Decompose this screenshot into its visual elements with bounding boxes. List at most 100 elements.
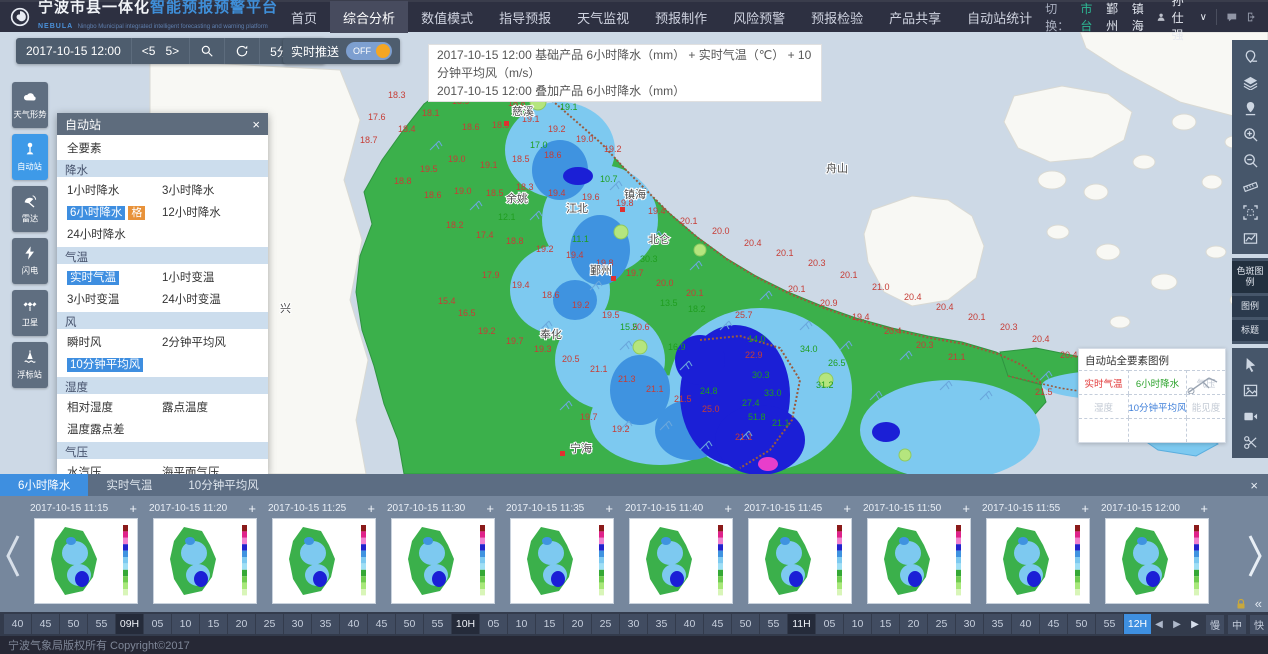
add-overlay-button[interactable]: +	[1081, 501, 1089, 516]
collapse-icon[interactable]: «	[1255, 599, 1262, 609]
panel-item-1-1[interactable]: 1小时变温	[162, 266, 268, 288]
time-cell-45[interactable]: 45	[368, 614, 395, 634]
time-cell-20[interactable]: 20	[564, 614, 591, 634]
time-cell-09H[interactable]: 09H	[116, 614, 143, 634]
time-cell-10[interactable]: 10	[172, 614, 199, 634]
nav-item-7[interactable]: 预报检验	[798, 1, 876, 33]
time-cell-40[interactable]: 40	[340, 614, 367, 634]
time-cell-15[interactable]: 15	[200, 614, 227, 634]
add-overlay-button[interactable]: +	[367, 501, 375, 516]
step-back-button[interactable]: <5	[142, 44, 156, 58]
thumbnail-image[interactable]	[153, 518, 257, 604]
time-cell-15[interactable]: 15	[536, 614, 563, 634]
time-cell-05[interactable]: 05	[480, 614, 507, 634]
carousel-prev-icon[interactable]	[2, 530, 24, 582]
panel-item-0-0[interactable]: 1小时降水	[67, 179, 162, 201]
panel-item-3-1[interactable]: 露点温度	[162, 396, 268, 418]
time-cell-20[interactable]: 20	[900, 614, 927, 634]
sidebar-item-radar[interactable]: 雷达	[12, 186, 48, 232]
switch-station-1[interactable]: 鄞州	[1106, 0, 1122, 34]
image-icon[interactable]	[1235, 377, 1265, 403]
time-cell-45[interactable]: 45	[1040, 614, 1067, 634]
marker-icon[interactable]	[1235, 95, 1265, 121]
thumbnail-image[interactable]	[391, 518, 495, 604]
panel-item-1-0[interactable]: 实时气温	[67, 266, 162, 288]
add-overlay-button[interactable]: +	[843, 501, 851, 516]
nav-item-4[interactable]: 天气监视	[564, 1, 642, 33]
time-cell-15[interactable]: 15	[872, 614, 899, 634]
panel-item-4-0[interactable]: 水汽压	[67, 461, 162, 474]
speed-button-2[interactable]: 快	[1250, 615, 1268, 634]
bottom-tab-1[interactable]: 实时气温	[88, 474, 170, 496]
panel-item-2-2[interactable]: 10分钟平均风	[67, 353, 162, 375]
time-cell-05[interactable]: 05	[816, 614, 843, 634]
time-cell-50[interactable]: 50	[732, 614, 759, 634]
toggle-2[interactable]: 标题	[1232, 320, 1268, 341]
time-cell-40[interactable]: 40	[1012, 614, 1039, 634]
grid-mode-badge[interactable]: 格	[128, 206, 145, 220]
panel-item-0-1[interactable]: 3小时降水	[162, 179, 268, 201]
time-cell-35[interactable]: 35	[648, 614, 675, 634]
logout-icon[interactable]	[1246, 9, 1258, 25]
time-cell-12H[interactable]: 12H	[1124, 614, 1151, 634]
layers-icon[interactable]	[1235, 69, 1265, 95]
toggle-0[interactable]: 色斑图例	[1232, 261, 1268, 293]
carousel-next-icon[interactable]	[1244, 530, 1266, 582]
panel-item-0-4[interactable]: 24小时降水	[67, 223, 162, 245]
time-cell-35[interactable]: 35	[984, 614, 1011, 634]
add-overlay-button[interactable]: +	[962, 501, 970, 516]
time-cell-25[interactable]: 25	[592, 614, 619, 634]
nav-item-0[interactable]: 首页	[278, 1, 330, 33]
time-cell-55[interactable]: 55	[1096, 614, 1123, 634]
thumbnail-image[interactable]	[510, 518, 614, 604]
time-cell-10H[interactable]: 10H	[452, 614, 479, 634]
panel-item-2-0[interactable]: 瞬时风	[67, 331, 162, 353]
nav-item-8[interactable]: 产品共享	[876, 1, 954, 33]
time-cell-40[interactable]: 40	[4, 614, 31, 634]
panel-item-0-3[interactable]: 12小时降水	[162, 201, 268, 223]
add-overlay-button[interactable]: +	[248, 501, 256, 516]
add-overlay-button[interactable]: +	[724, 501, 732, 516]
push-toggle[interactable]: OFF	[346, 42, 392, 60]
time-cell-40[interactable]: 40	[676, 614, 703, 634]
thumbnail-image[interactable]	[867, 518, 971, 604]
panel-item-4-1[interactable]: 海平面气压	[162, 461, 268, 474]
pin-tool-icon[interactable]	[1235, 43, 1265, 69]
sidebar-item-lightning[interactable]: 闪电	[12, 238, 48, 284]
time-cell-45[interactable]: 45	[704, 614, 731, 634]
add-overlay-button[interactable]: +	[605, 501, 613, 516]
select-area-icon[interactable]	[1235, 199, 1265, 225]
message-icon[interactable]	[1226, 9, 1238, 25]
speed-button-0[interactable]: 慢	[1206, 615, 1224, 634]
panel-item-1-3[interactable]: 24小时变温	[162, 288, 268, 310]
time-cell-55[interactable]: 55	[424, 614, 451, 634]
time-cell-11H[interactable]: 11H	[788, 614, 815, 634]
sidebar-item-satellite[interactable]: 卫星	[12, 290, 48, 336]
close-icon[interactable]: ×	[252, 117, 260, 132]
time-cell-35[interactable]: 35	[312, 614, 339, 634]
add-overlay-button[interactable]: +	[129, 501, 137, 516]
time-cell-05[interactable]: 05	[144, 614, 171, 634]
zoom-in-icon[interactable]	[1235, 121, 1265, 147]
time-cell-20[interactable]: 20	[228, 614, 255, 634]
datetime-display[interactable]: 2017-10-15 12:00	[16, 38, 132, 64]
step-forward-button[interactable]: 5>	[165, 44, 179, 58]
time-cell-30[interactable]: 30	[620, 614, 647, 634]
search-button[interactable]	[190, 38, 225, 64]
nav-item-3[interactable]: 指导预报	[486, 1, 564, 33]
sidebar-item-station[interactable]: 自动站	[12, 134, 48, 180]
time-cell-30[interactable]: 30	[284, 614, 311, 634]
close-icon[interactable]: ×	[1250, 478, 1258, 493]
switch-station-2[interactable]: 镇海	[1132, 0, 1148, 34]
thumbnail-image[interactable]	[629, 518, 733, 604]
time-cell-25[interactable]: 25	[256, 614, 283, 634]
cursor-icon[interactable]	[1235, 351, 1265, 377]
nav-item-2[interactable]: 数值模式	[408, 1, 486, 33]
lock-icon[interactable]	[1235, 598, 1247, 610]
nav-item-6[interactable]: 风险预警	[720, 1, 798, 33]
play-button[interactable]: ▶	[1188, 619, 1202, 630]
thumbnail-image[interactable]	[1105, 518, 1209, 604]
video-icon[interactable]	[1235, 403, 1265, 429]
panel-item-2-1[interactable]: 2分钟平均风	[162, 331, 268, 353]
bottom-tab-0[interactable]: 6小时降水	[0, 474, 88, 496]
